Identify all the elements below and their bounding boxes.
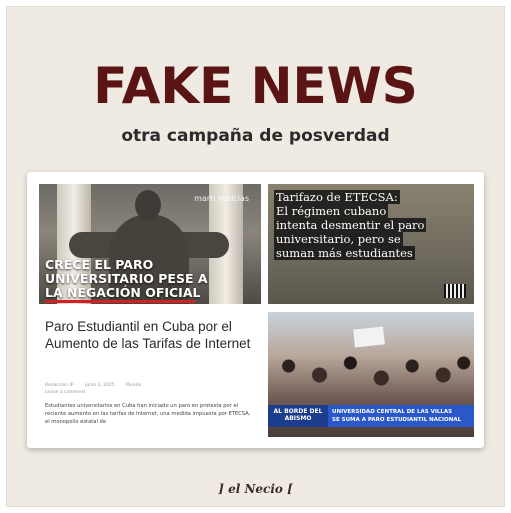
meta-category: Mundo <box>126 383 142 388</box>
crowd-photo: AL BORDE DEL ABISMO UNIVERSIDAD CENTRAL … <box>268 312 474 437</box>
article-card: Paro Estudiantil en Cuba por el Aumento … <box>39 312 261 442</box>
news-lower-third: AL BORDE DEL ABISMO UNIVERSIDAD CENTRAL … <box>268 405 474 427</box>
article-body: Estudiantes universitarios en Cuba han i… <box>45 403 251 425</box>
meta-date: junio 3, 2025 <box>85 383 115 388</box>
overlay-line-3: LA NEGACIÓN OFICIAL <box>45 285 201 300</box>
headline: FAKE NEWS <box>93 57 418 115</box>
overlay-line-1: CRECE EL PARO <box>45 257 154 272</box>
tarifazo-line-3: intenta desmentir el paro <box>274 218 427 232</box>
tarifazo-line-5: suman más estudiantes <box>274 246 415 260</box>
tarifazo-line-4: universitario, pero se <box>274 232 403 246</box>
article-meta: Redacción IP junio 3, 2025 Mundo Leave a… <box>45 382 255 396</box>
tarifazo-line-2: El régimen cubano <box>274 204 389 218</box>
qr-code <box>444 284 466 298</box>
statue-head <box>135 190 161 220</box>
marti-noticias-logo: marti noticias <box>194 194 249 203</box>
brand-footer: ] el Necio [ <box>218 482 293 496</box>
meta-author: Redacción IP <box>45 383 74 388</box>
tarifazo-line-1: Tarifazo de ETECSA: <box>274 190 400 204</box>
tarifazo-image: Tarifazo de ETECSA: El régimen cubano in… <box>268 184 474 304</box>
news-caption: UNIVERSIDAD CENTRAL DE LAS VILLAS SE SUM… <box>328 405 474 427</box>
crowd <box>268 342 474 402</box>
poster: FAKE NEWS otra campaña de posverdad mart… <box>6 6 505 507</box>
news-caption-line-1: UNIVERSIDAD CENTRAL DE LAS VILLAS <box>332 409 453 415</box>
statue-photo: marti noticias CRECE EL PARO UNIVERSITAR… <box>39 184 261 304</box>
red-underline <box>45 300 195 303</box>
overlay-headline: CRECE EL PARO UNIVERSITARIO PESE A LA NE… <box>45 258 259 300</box>
meta-comment: Leave a comment <box>45 390 86 395</box>
news-badge: AL BORDE DEL ABISMO <box>268 405 328 427</box>
news-collage: marti noticias CRECE EL PARO UNIVERSITAR… <box>27 172 484 448</box>
tarifazo-text: Tarifazo de ETECSA: El régimen cubano in… <box>274 190 470 260</box>
subheadline: otra campaña de posverdad <box>121 126 390 146</box>
news-caption-line-2: SE SUMA A PARO ESTUDIANTIL NACIONAL <box>332 417 462 423</box>
overlay-line-2: UNIVERSITARIO PESE A <box>45 271 208 286</box>
article-title: Paro Estudiantil en Cuba por el Aumento … <box>45 319 251 351</box>
